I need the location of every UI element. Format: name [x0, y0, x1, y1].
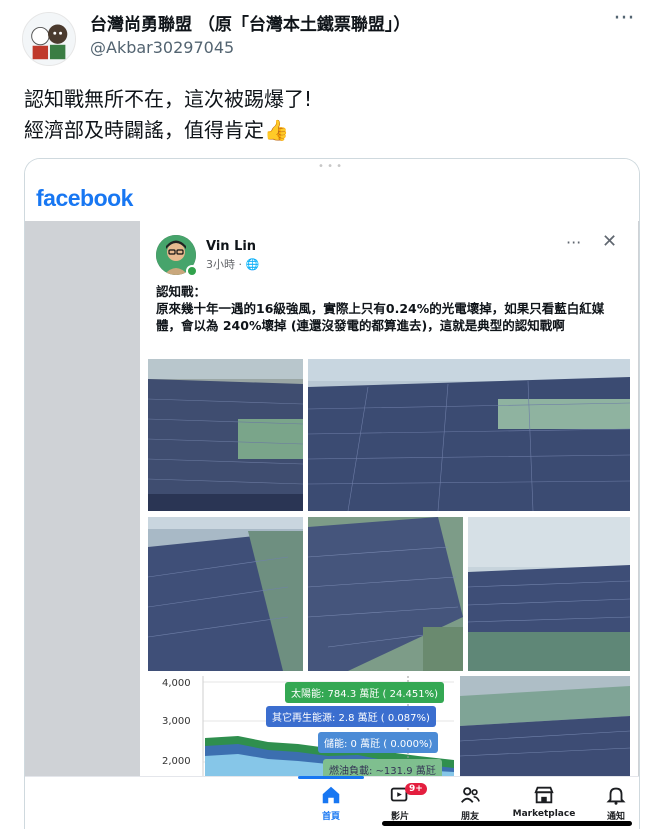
post-more-button[interactable]: ··· — [566, 233, 581, 252]
solar-farm-photo[interactable] — [148, 517, 303, 671]
post-text: 認知戰： 原來幾十年一遇的16級強風，實際上只有0.24%的光電壞掉，如果只看藍… — [156, 284, 605, 333]
online-status-icon — [186, 265, 198, 277]
video-badge: 9+ — [405, 783, 427, 795]
author-name[interactable]: 台灣尚勇聯盟 （原「台灣本土鐵票聯盟」） — [90, 10, 410, 35]
nav-home-label: 首頁 — [321, 812, 340, 822]
tweet-text: 認知戰無所不在，這次被踢爆了! 經濟部及時闢謠，值得肯定👍 — [24, 87, 313, 142]
home-icon — [296, 783, 366, 807]
solar-farm-photo[interactable] — [148, 359, 303, 511]
solar-farm-photo[interactable] — [308, 359, 630, 511]
home-indicator — [382, 821, 632, 826]
nav-home[interactable]: 首頁 — [296, 783, 366, 822]
friends-icon — [435, 783, 505, 807]
solar-farm-photo[interactable] — [460, 676, 630, 776]
y-tick-2000: 2,000 — [162, 756, 191, 767]
tooltip-other-renewables: 其它再生能源: 2.8 萬瓩 ( 0.087%) — [266, 706, 436, 727]
post-close-button[interactable]: ✕ — [602, 231, 617, 252]
author-avatar[interactable] — [22, 12, 76, 66]
nav-marketplace-label: Marketplace — [512, 809, 576, 819]
tweet: 台灣尚勇聯盟 （原「台灣本土鐵票聯盟」） @Akbar30297045 ··· … — [0, 0, 668, 829]
y-tick-4000: 4,000 — [162, 678, 191, 689]
solar-farm-photo[interactable] — [468, 517, 630, 671]
marketplace-icon — [509, 783, 579, 807]
tooltip-storage: 儲能: 0 萬瓩 ( 0.000%) — [318, 732, 439, 753]
facebook-logo: facebook — [36, 185, 133, 211]
dots-icon: • • • — [318, 161, 343, 172]
active-tab-indicator — [298, 776, 364, 779]
facebook-post: Vin Lin 3小時 · 🌐 ··· ✕ 認知戰： 原來幾十年一遇的16級強風… — [140, 221, 638, 776]
post-author-name[interactable]: Vin Lin — [206, 239, 256, 254]
bell-icon — [581, 783, 639, 807]
nav-friends[interactable]: 朋友 — [435, 783, 505, 822]
nav-notifications[interactable]: 通知 — [581, 783, 639, 822]
tooltip-solar: 太陽能: 784.3 萬瓩 ( 24.451%) — [285, 682, 445, 703]
facebook-feed: Vin Lin 3小時 · 🌐 ··· ✕ 認知戰： 原來幾十年一遇的16級強風… — [25, 221, 639, 776]
nav-video[interactable]: 9+ 影片 — [365, 783, 435, 822]
tooltip-fuel-load: 燃油負載: ~131.9 萬瓩 — [323, 759, 442, 776]
author-handle[interactable]: @Akbar30297045 — [90, 38, 234, 57]
y-tick-3000: 3,000 — [162, 716, 191, 727]
solar-farm-photo[interactable] — [308, 517, 463, 671]
nav-marketplace[interactable]: Marketplace — [509, 783, 579, 819]
post-timestamp[interactable]: 3小時 · 🌐 — [206, 256, 259, 272]
power-generation-chart-screenshot[interactable]: 4,000 3,000 2,000 太陽能: 784.3 萬瓩 ( 24.451… — [148, 676, 454, 776]
attached-screenshot[interactable]: • • • facebook Vin Lin 3小時 · 🌐 ··· ✕ 認知戰… — [24, 158, 640, 829]
more-options-button[interactable]: ··· — [610, 8, 638, 32]
facebook-header: • • • facebook — [25, 159, 639, 221]
